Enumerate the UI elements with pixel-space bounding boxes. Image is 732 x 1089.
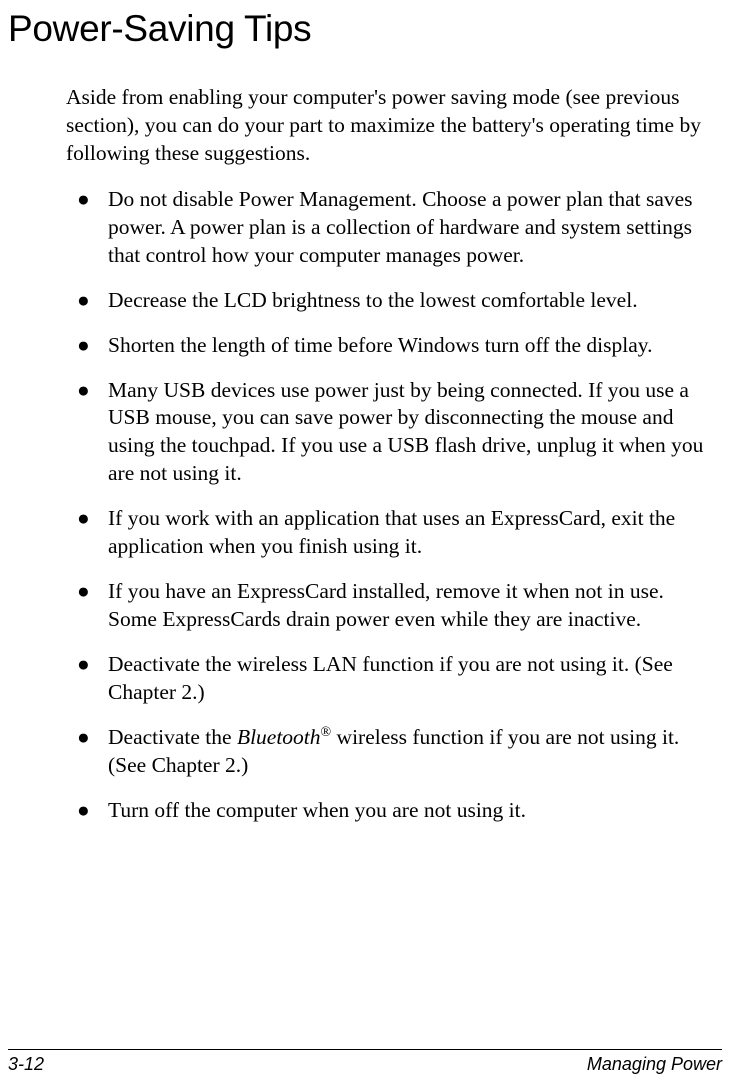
section-name: Managing Power (587, 1054, 722, 1075)
bullet-icon: ● (66, 186, 108, 213)
bullet-icon: ● (66, 332, 108, 359)
list-item: ●If you work with an application that us… (66, 505, 716, 561)
tip-text: If you work with an application that use… (108, 505, 716, 561)
intro-paragraph: Aside from enabling your computer's powe… (66, 84, 716, 168)
tip-text: If you have an ExpressCard installed, re… (108, 578, 716, 634)
tip-text: Do not disable Power Management. Choose … (108, 186, 716, 270)
list-item: ●Decrease the LCD brightness to the lowe… (66, 287, 716, 315)
list-item: ●Turn off the computer when you are not … (66, 797, 716, 825)
tip-text: Decrease the LCD brightness to the lowes… (108, 287, 716, 315)
tip-text: Deactivate the wireless LAN function if … (108, 651, 716, 707)
page-heading: Power-Saving Tips (8, 8, 722, 50)
list-item: ●Many USB devices use power just by bein… (66, 377, 716, 489)
list-item: ●If you have an ExpressCard installed, r… (66, 578, 716, 634)
bullet-icon: ● (66, 377, 108, 404)
tips-list: ●Do not disable Power Management. Choose… (66, 186, 716, 825)
tip-text: Turn off the computer when you are not u… (108, 797, 716, 825)
list-item: ●Deactivate the wireless LAN function if… (66, 651, 716, 707)
bullet-icon: ● (66, 724, 108, 751)
bullet-icon: ● (66, 651, 108, 678)
tip-text: Many USB devices use power just by being… (108, 377, 716, 489)
document-page: Power-Saving Tips Aside from enabling yo… (0, 0, 732, 825)
bullet-icon: ● (66, 505, 108, 532)
tip-text: Deactivate the Bluetooth® wireless funct… (108, 724, 716, 780)
list-item: ●Deactivate the Bluetooth® wireless func… (66, 724, 716, 780)
bullet-icon: ● (66, 287, 108, 314)
bullet-icon: ● (66, 578, 108, 605)
tip-text: Shorten the length of time before Window… (108, 332, 716, 360)
page-number: 3-12 (8, 1054, 44, 1075)
bullet-icon: ● (66, 797, 108, 824)
list-item: ●Shorten the length of time before Windo… (66, 332, 716, 360)
list-item: ●Do not disable Power Management. Choose… (66, 186, 716, 270)
page-footer: 3-12 Managing Power (8, 1049, 722, 1075)
